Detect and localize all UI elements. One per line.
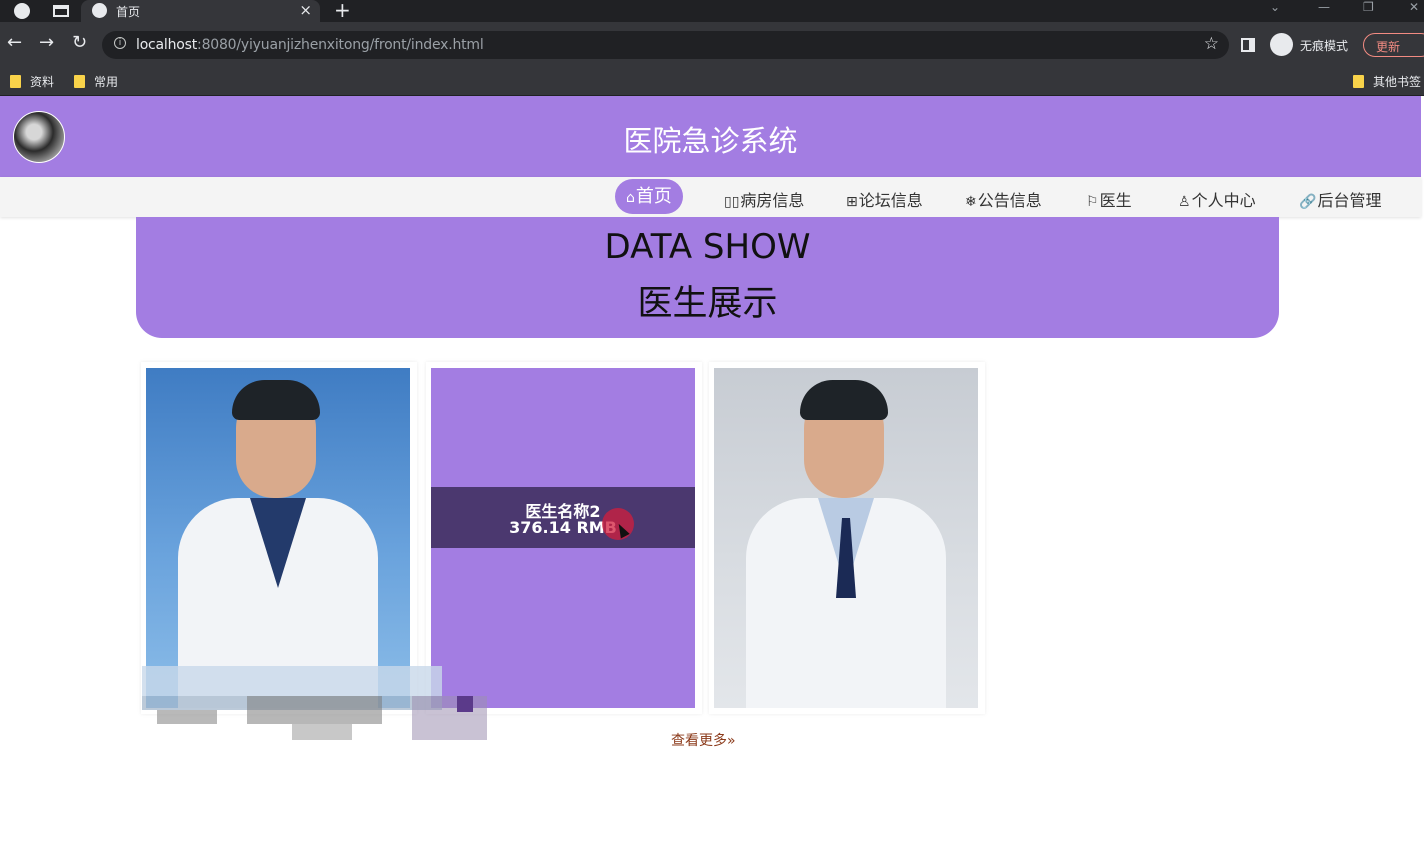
forum-icon: ⊞ — [846, 194, 858, 210]
folder-icon — [1353, 75, 1364, 88]
reload-icon[interactable]: ↻ — [72, 32, 87, 53]
doctor-card[interactable] — [141, 362, 417, 714]
browser-tab-strip: 首页 × + ⌄ — ❐ ✕ — [0, 0, 1424, 22]
globe-icon — [92, 3, 107, 18]
address-bar[interactable]: i localhost:8080/yiyuanjizhenxitong/fron… — [102, 31, 1229, 59]
tab-title: 首页 — [116, 5, 141, 19]
nav-home[interactable]: ⌂首页 — [615, 179, 683, 214]
bookmark-label: 其他书签 — [1373, 75, 1422, 89]
pixelation-artifact — [157, 710, 217, 724]
pixelation-artifact — [247, 696, 382, 724]
incognito-icon[interactable] — [1270, 33, 1293, 56]
photo-hair — [232, 380, 320, 420]
nav-label: 个人中心 — [1191, 191, 1256, 210]
pixelation-artifact — [457, 696, 473, 712]
doctor-photo[interactable]: 医生名称2 376.14 RMB — [431, 368, 695, 708]
snowflake-icon: ❄ — [965, 194, 977, 210]
globe-icon — [14, 3, 30, 19]
bookmark-folder-ziliao[interactable]: 资料 — [10, 73, 54, 90]
nav-label: 医生 — [1099, 191, 1132, 210]
bookmark-folder-changyong[interactable]: 常用 — [74, 73, 118, 90]
other-bookmarks[interactable]: 其他书签 — [1353, 73, 1421, 90]
restore-icon[interactable]: ❐ — [1363, 0, 1374, 14]
update-button[interactable]: 更新 — [1363, 33, 1424, 57]
close-window-icon[interactable]: ✕ — [1409, 0, 1419, 14]
main-nav: ⌂首页 ▯▯病房信息 ⊞论坛信息 ❄公告信息 ⚐医生 ♙个人中心 🔗后台管理 — [0, 177, 1421, 217]
nav-personal-center[interactable]: ♙个人中心 — [1178, 187, 1256, 211]
site-header: 医院急诊系统 — [0, 96, 1421, 177]
nav-label: 论坛信息 — [858, 191, 923, 210]
nav-notice-info[interactable]: ❄公告信息 — [965, 187, 1042, 211]
chevron-down-icon[interactable]: ⌄ — [1270, 0, 1280, 14]
doctor-price: 376.14 RMB — [509, 518, 617, 537]
doctor-photo[interactable] — [146, 368, 410, 708]
pixelation-artifact — [292, 724, 352, 740]
folder-icon — [10, 75, 21, 88]
doctor-card[interactable]: 医生名称2 376.14 RMB — [426, 362, 702, 714]
site-title: 医院急诊系统 — [623, 124, 798, 158]
update-label: 更新 — [1376, 40, 1401, 54]
section-title-cn: 医生展示 — [637, 284, 778, 324]
url-path: :8080/yiyuanjizhenxitong/front/index.htm… — [197, 37, 484, 53]
doctor-card[interactable] — [709, 362, 985, 714]
browser-toolbar: ← → ↻ i localhost:8080/yiyuanjizhenxiton… — [0, 22, 1424, 68]
folder-icon — [74, 75, 85, 88]
nav-label: 首页 — [635, 186, 672, 207]
bookmarks-bar: 资料 常用 其他书签 — [0, 68, 1424, 96]
browser-tab[interactable]: 首页 × — [81, 0, 320, 22]
url-host: localhost — [136, 37, 198, 53]
bookmark-label: 资料 — [30, 75, 55, 89]
nav-forum-info[interactable]: ⊞论坛信息 — [846, 187, 923, 211]
new-tab-button[interactable]: + — [334, 0, 351, 22]
info-icon[interactable]: i — [114, 37, 126, 49]
nav-doctor[interactable]: ⚐医生 — [1086, 187, 1132, 211]
home-icon: ⌂ — [626, 190, 635, 206]
doctor-info-overlay[interactable]: 医生名称2 376.14 RMB — [431, 487, 695, 548]
bookmark-label: 常用 — [94, 75, 119, 89]
window-icon[interactable] — [53, 5, 69, 17]
pixelation-artifact — [142, 666, 442, 696]
doctor-photo[interactable] — [714, 368, 978, 708]
nav-label: 病房信息 — [740, 191, 805, 210]
pixelation-artifact — [412, 696, 487, 740]
nav-admin[interactable]: 🔗后台管理 — [1299, 187, 1381, 211]
user-icon: ♙ — [1178, 194, 1191, 210]
nav-ward-info[interactable]: ▯▯病房信息 — [724, 187, 804, 211]
nav-label: 后台管理 — [1317, 191, 1382, 210]
photo-hair — [800, 380, 888, 420]
minimize-icon[interactable]: — — [1318, 0, 1330, 14]
nav-label: 公告信息 — [977, 191, 1042, 210]
flag-icon: ⚐ — [1086, 194, 1099, 210]
ward-icon: ▯▯ — [724, 194, 740, 210]
back-icon[interactable]: ← — [7, 32, 22, 53]
incognito-label: 无痕模式 — [1300, 39, 1349, 53]
side-panel-icon[interactable] — [1241, 38, 1255, 52]
link-icon: 🔗 — [1299, 194, 1317, 210]
forward-icon[interactable]: → — [39, 32, 54, 53]
close-icon[interactable]: × — [299, 1, 312, 19]
section-title-en: DATA SHOW — [604, 227, 811, 267]
url-text[interactable]: localhost:8080/yiyuanjizhenxitong/front/… — [136, 37, 484, 53]
section-banner: DATA SHOW 医生展示 — [136, 217, 1279, 338]
bookmark-star-icon[interactable]: ☆ — [1204, 34, 1219, 54]
view-more-link[interactable]: 查看更多» — [671, 730, 736, 750]
